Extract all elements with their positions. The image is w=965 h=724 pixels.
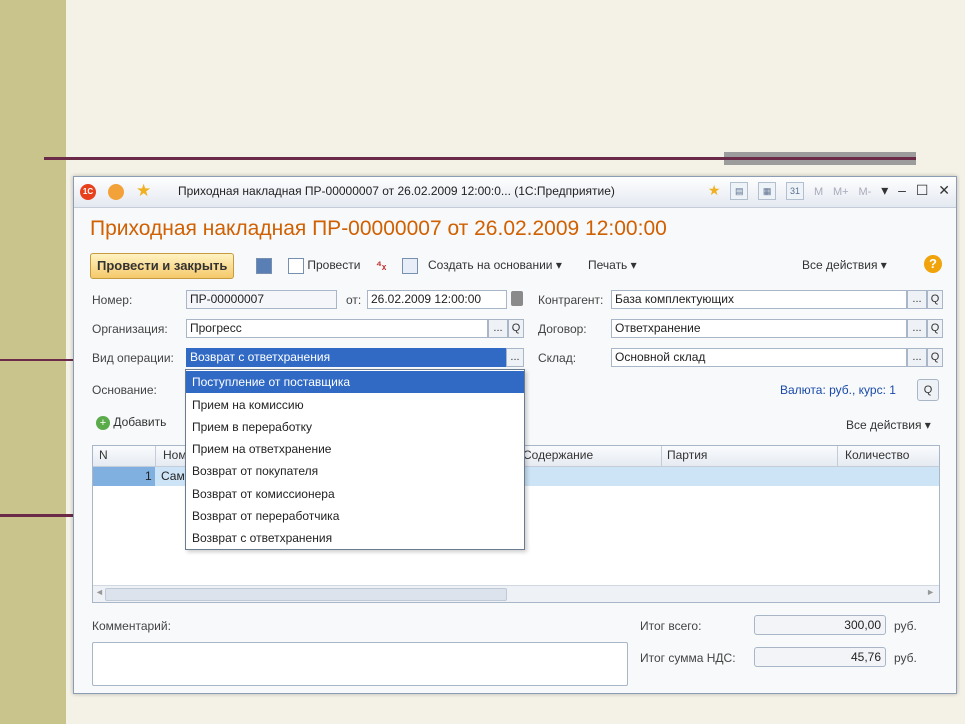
slide-decor-line: [0, 359, 80, 361]
col-nomenclature[interactable]: Ном: [163, 448, 187, 462]
counterparty-label: Контрагент:: [538, 293, 604, 307]
window-controls: ★ ▤ ▦ 31 M M+ M- ▾ – ☐ ✕: [702, 182, 950, 201]
total-label: Итог всего:: [640, 619, 702, 633]
unpost-icon[interactable]: ⁴ₓ: [376, 255, 386, 275]
post-button[interactable]: Провести: [288, 255, 360, 275]
counterparty-field[interactable]: База комплектующих: [611, 290, 907, 309]
help-icon[interactable]: ?: [924, 255, 942, 273]
contract-search-icon[interactable]: Q: [927, 319, 943, 338]
1c-logo-icon[interactable]: 1С: [80, 184, 96, 200]
counterparty-select-button[interactable]: ...: [907, 290, 927, 309]
warehouse-select-button[interactable]: ...: [907, 348, 927, 367]
col-quantity[interactable]: Количество: [845, 448, 909, 462]
all-actions-button[interactable]: Все действия ▾: [802, 255, 887, 275]
dropdown-item[interactable]: Прием в переработку: [186, 416, 524, 438]
total-value: 300,00: [754, 615, 886, 635]
history-icon[interactable]: ▤: [730, 182, 749, 201]
contract-field[interactable]: Ответхранение: [611, 319, 907, 338]
star-add-icon[interactable]: ★: [708, 182, 721, 199]
post-icon: [288, 257, 304, 274]
dropdown-item[interactable]: Прием на ответхранение: [186, 438, 524, 460]
scroll-thumb[interactable]: [105, 588, 507, 601]
post-and-close-button[interactable]: Провести и закрыть: [90, 253, 235, 279]
organization-search-icon[interactable]: Q: [508, 319, 524, 338]
date-label: от:: [346, 293, 362, 307]
scroll-left-icon[interactable]: ◄: [95, 587, 104, 597]
vat-currency: руб.: [894, 651, 917, 665]
vat-label: Итог сумма НДС:: [640, 651, 736, 665]
calendar-picker-icon[interactable]: [511, 291, 523, 306]
basis-label: Основание:: [92, 383, 157, 397]
print-button[interactable]: Печать ▾: [588, 255, 637, 275]
table-all-actions-button[interactable]: Все действия ▾: [846, 415, 931, 435]
memory-mplus-button[interactable]: M+: [833, 186, 849, 198]
document-heading: Приходная накладная ПР-00000007 от 26.02…: [90, 217, 667, 240]
dropdown-item[interactable]: Возврат с ответхранения: [186, 527, 524, 549]
calendar-icon[interactable]: 31: [786, 182, 805, 201]
post-button-label: Провести: [307, 258, 361, 272]
dropdown-item[interactable]: Возврат от переработчика: [186, 505, 524, 527]
dropdown-item[interactable]: Возврат от покупателя: [186, 460, 524, 482]
memory-m-button[interactable]: M: [814, 186, 823, 198]
col-n[interactable]: N: [99, 448, 108, 462]
create-based-on-button[interactable]: Создать на основании ▾: [428, 255, 562, 275]
command-bar: Провести и закрыть Провести ⁴ₓ Создать н…: [90, 253, 944, 279]
save-icon[interactable]: [256, 255, 272, 275]
warehouse-label: Склад:: [538, 351, 577, 365]
counterparty-search-icon[interactable]: Q: [927, 290, 943, 309]
operation-type-dropdown: Поступление от поставщика Прием на комис…: [185, 369, 525, 550]
dropdown-item[interactable]: Прием на комиссию: [186, 394, 524, 416]
row-nomenclature: Сам: [161, 469, 185, 483]
dropdown-item[interactable]: Поступление от поставщика: [186, 371, 524, 393]
number-label: Номер:: [92, 293, 133, 307]
memory-mminus-button[interactable]: M-: [858, 186, 871, 198]
col-batch[interactable]: Партия: [667, 448, 707, 462]
contract-select-button[interactable]: ...: [907, 319, 927, 338]
add-button-label: Добавить: [113, 415, 167, 429]
number-field[interactable]: ПР-00000007: [186, 290, 337, 309]
add-button[interactable]: + Добавить: [96, 415, 166, 430]
row-number: 1: [145, 469, 152, 483]
slide-decor-line: [0, 514, 80, 517]
maximize-button[interactable]: ☐: [916, 182, 929, 199]
close-button[interactable]: ✕: [938, 182, 950, 199]
contract-label: Договор:: [538, 322, 587, 336]
structure-icon[interactable]: [402, 255, 418, 275]
window-menu-button[interactable]: ▾: [881, 182, 888, 199]
menu-dropdown-icon[interactable]: [108, 184, 124, 200]
favorite-star-icon[interactable]: ★: [136, 181, 151, 201]
add-plus-icon: +: [96, 415, 110, 430]
dropdown-item[interactable]: Возврат от комиссионера: [186, 483, 524, 505]
comment-field[interactable]: [92, 642, 628, 686]
currency-search-icon[interactable]: Q: [917, 379, 939, 401]
calculator-icon[interactable]: ▦: [758, 182, 777, 201]
horizontal-scrollbar[interactable]: ◄ ►: [93, 585, 939, 602]
vat-value: 45,76: [754, 647, 886, 667]
title-bar: 1С ★ Приходная накладная ПР-00000007 от …: [74, 177, 956, 208]
currency-link[interactable]: Валюта: руб., курс: 1: [780, 383, 896, 397]
date-field[interactable]: 26.02.2009 12:00:00: [367, 290, 507, 309]
slide-left-band: [0, 0, 66, 724]
operation-type-label: Вид операции:: [92, 351, 174, 365]
organization-label: Организация:: [92, 322, 168, 336]
organization-select-button[interactable]: ...: [488, 319, 508, 338]
comment-label: Комментарий:: [92, 619, 171, 633]
operation-type-field[interactable]: Возврат с ответхранения: [186, 348, 506, 367]
col-content[interactable]: Содержание: [523, 448, 593, 462]
window-title: Приходная накладная ПР-00000007 от 26.02…: [178, 184, 615, 198]
operation-type-dropdown-button[interactable]: ...: [506, 348, 524, 367]
minimize-button[interactable]: –: [898, 182, 906, 198]
total-currency: руб.: [894, 619, 917, 633]
warehouse-search-icon[interactable]: Q: [927, 348, 943, 367]
scroll-right-icon[interactable]: ►: [926, 587, 935, 597]
warehouse-field[interactable]: Основной склад: [611, 348, 907, 367]
slide-divider-line: [44, 157, 916, 160]
organization-field[interactable]: Прогресс: [186, 319, 488, 338]
